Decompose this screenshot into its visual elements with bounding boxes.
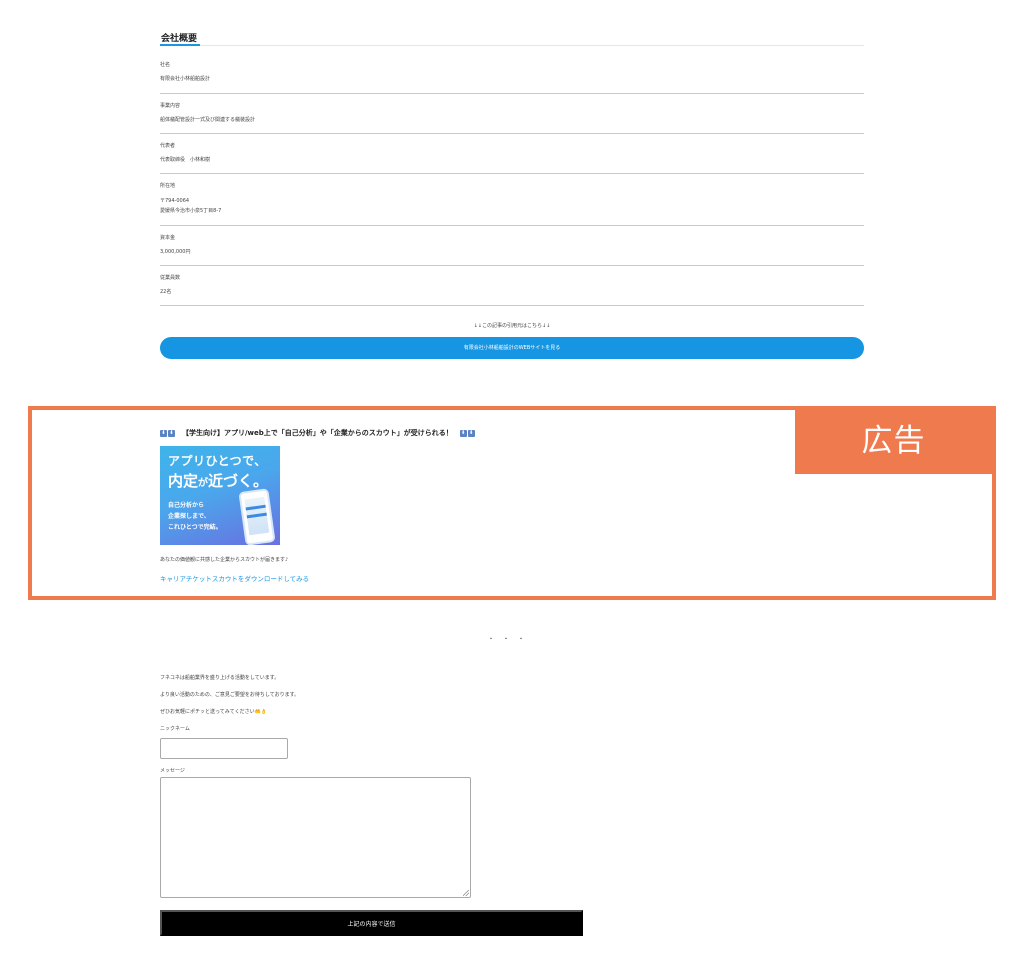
row-value: 船体艤配管設計一式及び関連する艤装設計	[160, 117, 256, 123]
row-label: 所在地	[160, 183, 176, 189]
message-textarea[interactable]	[160, 777, 471, 898]
ad-title[interactable]: ⬇ ⬇ 【学生向け】アプリ/web上で「自己分析」や「企業からのスカウト」が受けら…	[160, 428, 475, 438]
nickname-input[interactable]	[160, 738, 288, 759]
row-value: 有限会社小林船舶設計	[160, 76, 211, 82]
overview-heading: 会社概要	[160, 30, 864, 46]
form-intro-line: フネコネは船舶業界を盛り上げる活動をしています。	[160, 675, 280, 681]
source-note: ↓↓この記事の引用元はこちら↓↓	[473, 323, 551, 329]
overview-row-representative: 代表者 代表取締役 小林和樹	[160, 134, 864, 174]
banner-line2-part: 内定	[168, 472, 199, 490]
ad-description: あなたの価値観に共感した企業からスカウトが届きます♪	[160, 557, 289, 563]
ad-tag: 広告	[795, 410, 992, 474]
ad-title-text: 【学生向け】アプリ/web上で「自己分析」や「企業からのスカウト」が受けられる！	[182, 429, 453, 437]
submit-button[interactable]: 上記の内容で送信	[160, 910, 583, 936]
row-label: 資本金	[160, 235, 176, 241]
overview-row-business: 事業内容 船体艤配管設計一式及び関連する艤装設計	[160, 94, 864, 134]
banner-line2-part: が	[198, 478, 209, 489]
company-website-button[interactable]: 有限会社小林船舶設計のWEBサイトを見る	[160, 337, 864, 359]
row-value: 愛媛県今治市小泉5丁目8-7	[160, 208, 222, 214]
row-value: 22名	[160, 289, 172, 295]
down-arrows-icon: ⬇ ⬇	[459, 429, 475, 437]
form-intro-line: ぜひお気軽にポチッと送ってみてください🤲👌	[160, 709, 268, 715]
row-label: 社名	[160, 62, 171, 68]
nickname-label: ニックネーム	[160, 726, 190, 732]
form-intro-line: より良い活動のための、ご意見ご要望をお待ちしております。	[160, 692, 300, 698]
row-value: 3,000,000円	[160, 249, 191, 255]
overview-row-company-name: 社名 有限会社小林船舶設計	[160, 46, 864, 94]
row-label: 代表者	[160, 143, 176, 149]
banner-line2: 内定が近づく。	[168, 470, 268, 491]
overview-row-capital: 資本金 3,000,000円	[160, 226, 864, 266]
banner-sub3: これひとつで完結。	[168, 524, 222, 531]
section-divider-dots: ・・・	[488, 636, 534, 643]
overview-title: 会社概要	[161, 34, 198, 44]
ad-download-link[interactable]: キャリアチケットスカウトをダウンロードしてみる	[160, 573, 309, 583]
banner-line1: アプリひとつで、	[168, 454, 267, 468]
smartphone-illustration	[238, 488, 276, 545]
banner-line2-part: 近づく。	[208, 472, 269, 490]
row-value: 〒794-0064	[160, 198, 190, 204]
overview-row-employees: 従業員数 22名	[160, 266, 864, 306]
resize-grip-icon[interactable]	[463, 890, 469, 896]
down-arrows-icon: ⬇ ⬇	[160, 429, 175, 437]
message-label: メッセージ	[160, 768, 185, 774]
banner-sub1: 自己分析から	[168, 502, 205, 509]
ad-banner-image[interactable]: アプリひとつで、 内定が近づく。 自己分析から 企業探しまで、 これひとつで完結…	[160, 446, 280, 545]
row-value: 代表取締役 小林和樹	[160, 157, 211, 163]
overview-row-address: 所在地 〒794-0064 愛媛県今治市小泉5丁目8-7	[160, 174, 864, 226]
company-overview: 会社概要 社名 有限会社小林船舶設計 事業内容 船体艤配管設計一式及び関連する艤…	[160, 30, 864, 306]
banner-sub2: 企業探しまで、	[168, 513, 210, 520]
row-label: 従業員数	[160, 275, 181, 281]
row-label: 事業内容	[160, 103, 181, 109]
